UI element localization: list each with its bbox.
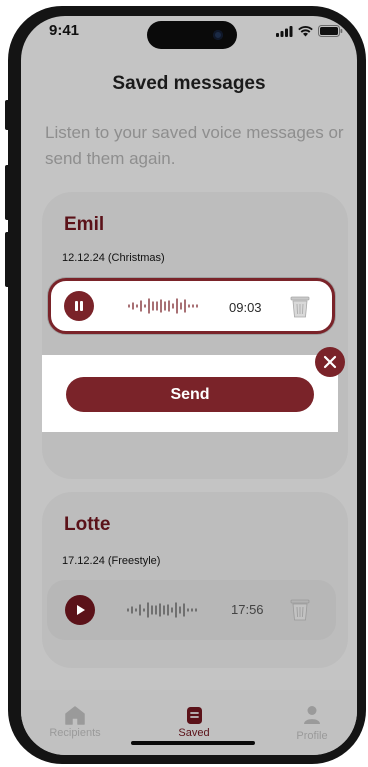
wifi-icon [298, 25, 313, 36]
tab-label: Recipients [49, 727, 101, 739]
recipient-name: Emil [64, 214, 105, 235]
trash-icon[interactable] [290, 598, 310, 621]
tab-recipients[interactable]: Recipients [40, 704, 110, 739]
close-icon [323, 355, 337, 369]
pause-icon [75, 301, 83, 311]
tab-profile[interactable]: Profile [277, 704, 347, 742]
status-icons [276, 25, 343, 37]
message-date: 12.12.24 (Christmas) [62, 252, 165, 264]
pause-button[interactable] [64, 291, 94, 321]
send-button[interactable]: Send [66, 377, 314, 412]
play-icon [77, 605, 85, 615]
signal-icon [276, 25, 293, 37]
intro-text: Listen to your saved voice messages or s… [45, 123, 344, 168]
profile-icon [304, 706, 320, 724]
recipient-name: Lotte [64, 514, 111, 535]
waveform-icon [128, 298, 198, 314]
status-time: 9:41 [49, 22, 80, 39]
tab-label: Profile [296, 730, 328, 742]
phone-volume-up-button [5, 165, 11, 220]
phone-volume-down-button [5, 232, 11, 287]
home-icon [65, 705, 85, 725]
audio-player-emil: 09:03 [48, 278, 335, 334]
phone-action-button [5, 100, 11, 130]
waveform-icon [127, 602, 197, 618]
close-button[interactable] [315, 347, 345, 377]
message-duration: 09:03 [229, 300, 262, 315]
play-button[interactable] [65, 595, 95, 625]
page-title: Saved messages [112, 73, 266, 94]
app-screen: 9:41 Saved messages Listen to your saved… [21, 16, 357, 755]
saved-icon [186, 706, 202, 724]
tab-bar: Recipients Saved Profile [21, 690, 357, 755]
tab-saved[interactable]: Saved [159, 704, 229, 739]
send-panel: Send [42, 355, 338, 432]
message-date: 17.12.24 (Freestyle) [62, 555, 161, 567]
home-indicator[interactable] [131, 741, 255, 745]
tab-label: Saved [178, 727, 210, 739]
message-card-emil: Emil 12.12.24 (Christmas) [42, 192, 348, 479]
battery-icon [318, 25, 343, 37]
audio-player-lotte: 17:56 [47, 580, 336, 640]
trash-icon[interactable] [290, 295, 310, 318]
dynamic-island [147, 21, 237, 49]
camera-icon [213, 30, 223, 40]
message-duration: 17:56 [231, 602, 264, 617]
